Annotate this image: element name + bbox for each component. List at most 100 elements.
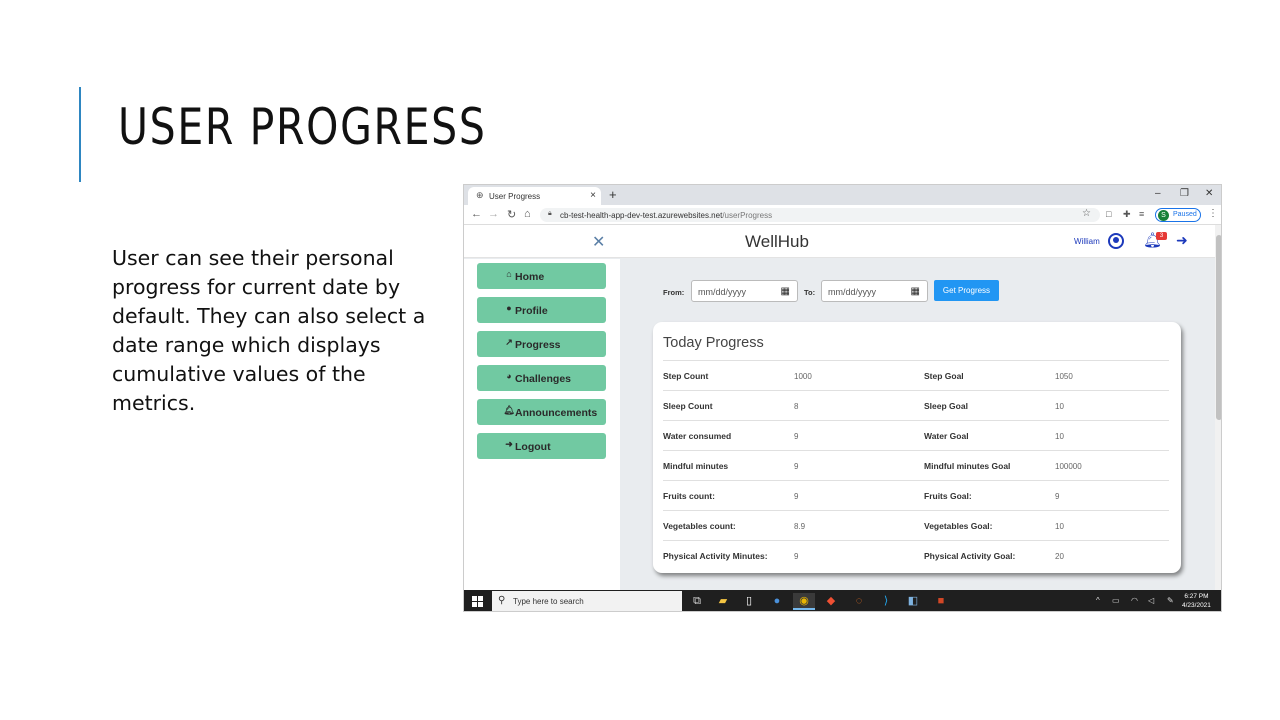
goal-label: Water Goal bbox=[924, 431, 969, 441]
metric-value: 8.9 bbox=[794, 522, 806, 531]
url-text: cb-test-health-app-dev-test.azurewebsite… bbox=[560, 211, 773, 220]
goal-label: Vegetables Goal: bbox=[924, 521, 993, 531]
sidebar-item-label: Challenges bbox=[515, 373, 572, 385]
notes-app-icon[interactable]: ◧ bbox=[902, 593, 924, 610]
task-view-icon[interactable]: ⧉ bbox=[686, 593, 708, 610]
new-tab-button[interactable]: + bbox=[609, 187, 617, 202]
slide-title: USER PROGRESS bbox=[118, 98, 487, 156]
git-icon[interactable]: ◆ bbox=[820, 593, 842, 610]
reload-icon[interactable]: ↻ bbox=[507, 208, 516, 221]
notepad-icon[interactable]: ▯ bbox=[738, 593, 760, 610]
maximize-button[interactable]: ❐ bbox=[1180, 188, 1189, 199]
from-label: From: bbox=[663, 288, 685, 297]
minimize-button[interactable]: – bbox=[1155, 188, 1161, 199]
from-date-input[interactable]: mm/dd/yyyy ▦ bbox=[691, 280, 798, 302]
page-scrollbar[interactable] bbox=[1215, 225, 1221, 590]
lock-icon: 🔒︎ bbox=[548, 210, 552, 217]
back-arrow-icon[interactable]: ← bbox=[471, 208, 482, 220]
scrollbar-thumb[interactable] bbox=[1216, 235, 1221, 420]
sidebar-item-label: Profile bbox=[515, 305, 548, 317]
goal-value: 10 bbox=[1055, 522, 1064, 531]
taskbar-clock[interactable]: 6:27 PM 4/23/2021 bbox=[1182, 592, 1211, 610]
sidebar-item-announcements[interactable]: 🔔︎ Announcements bbox=[477, 399, 606, 425]
tab-title: User Progress bbox=[489, 192, 541, 201]
forward-arrow-icon[interactable]: → bbox=[488, 208, 499, 220]
profile-button[interactable]: S Paused bbox=[1155, 208, 1201, 222]
browser-screenshot: ⊕ User Progress × + – ❐ ✕ ← → ↻ ⌂ 🔒︎ cb-… bbox=[463, 184, 1222, 612]
goal-label: Sleep Goal bbox=[924, 401, 968, 411]
close-window-button[interactable]: ✕ bbox=[1205, 188, 1213, 199]
taskbar-search-placeholder: Type here to search bbox=[513, 597, 584, 606]
jupyter-icon[interactable]: ◌ bbox=[848, 593, 870, 610]
battery-icon[interactable]: ▭ bbox=[1112, 596, 1120, 605]
get-progress-button[interactable]: Get Progress bbox=[934, 280, 999, 301]
goal-value: 100000 bbox=[1055, 462, 1082, 471]
sidebar-item-label: Progress bbox=[515, 339, 561, 351]
metric-label: Water consumed bbox=[663, 431, 732, 441]
header-logout-icon[interactable]: ➜ bbox=[1176, 232, 1188, 249]
wifi-icon[interactable]: ◠ bbox=[1131, 596, 1138, 605]
divider bbox=[663, 450, 1169, 451]
browser-menu-icon[interactable]: ⋮ bbox=[1208, 208, 1218, 219]
volume-icon[interactable]: ◁ bbox=[1148, 596, 1154, 605]
globe-icon: ⊕ bbox=[476, 190, 484, 200]
metric-label: Sleep Count bbox=[663, 401, 713, 411]
pen-icon[interactable]: ✎ bbox=[1167, 596, 1174, 605]
sidebar-item-progress[interactable]: ↗ Progress bbox=[477, 331, 606, 357]
address-bar: ← → ↻ ⌂ 🔒︎ cb-test-health-app-dev-test.a… bbox=[464, 205, 1221, 225]
to-date-input[interactable]: mm/dd/yyyy ▦ bbox=[821, 280, 928, 302]
bookmark-star-icon[interactable]: ☆ bbox=[1082, 208, 1091, 219]
browser-tab[interactable]: ⊕ User Progress × bbox=[468, 187, 601, 205]
title-accent-bar bbox=[79, 87, 81, 182]
taskbar-search-input[interactable]: ⚲ Type here to search bbox=[492, 591, 682, 611]
goal-value: 20 bbox=[1055, 552, 1064, 561]
goal-value: 9 bbox=[1055, 492, 1060, 501]
card-title: Today Progress bbox=[663, 335, 764, 351]
page-viewport: ✕ WellHub William 🔔︎ 3 ➜ ⌂ Home ● Profil… bbox=[464, 225, 1215, 590]
to-date-placeholder: mm/dd/yyyy bbox=[828, 287, 877, 297]
metric-label: Mindful minutes bbox=[663, 461, 729, 471]
browser-tab-bar: ⊕ User Progress × + – ❐ ✕ bbox=[464, 185, 1221, 205]
sidebar-item-label: Announcements bbox=[515, 407, 598, 419]
powerpoint-icon[interactable]: ■ bbox=[930, 593, 952, 610]
tab-close-icon[interactable]: × bbox=[590, 190, 596, 201]
metric-value: 8 bbox=[794, 402, 799, 411]
user-circle-icon[interactable] bbox=[1108, 233, 1124, 249]
metric-label: Fruits count: bbox=[663, 491, 715, 501]
sidebar-item-label: Home bbox=[515, 271, 545, 283]
divider bbox=[663, 480, 1169, 481]
close-menu-icon[interactable]: ✕ bbox=[592, 232, 605, 252]
profile-avatar: S bbox=[1158, 210, 1169, 221]
search-icon: ⚲ bbox=[498, 595, 506, 606]
notification-badge: 3 bbox=[1156, 232, 1167, 240]
vscode-icon[interactable]: ⟩ bbox=[875, 593, 897, 610]
url-field[interactable]: 🔒︎ cb-test-health-app-dev-test.azurewebs… bbox=[540, 208, 1100, 222]
pie-chart-icon: ◕ bbox=[506, 371, 512, 381]
home-nav-icon[interactable]: ⌂ bbox=[524, 208, 531, 220]
chrome-icon[interactable]: ◉ bbox=[793, 593, 815, 610]
reading-list-icon[interactable]: ≡ bbox=[1139, 209, 1144, 219]
metric-value: 1000 bbox=[794, 372, 812, 381]
sidebar-item-label: Logout bbox=[515, 441, 551, 453]
calendar-icon[interactable]: ▦ bbox=[911, 286, 920, 297]
sidebar-item-home[interactable]: ⌂ Home bbox=[477, 263, 606, 289]
extension-icon[interactable]: □ bbox=[1106, 209, 1111, 219]
clock-date: 4/23/2021 bbox=[1182, 602, 1211, 609]
metric-value: 9 bbox=[794, 432, 799, 441]
chrome-dev-icon[interactable]: ● bbox=[766, 593, 788, 610]
header-username[interactable]: William bbox=[1074, 237, 1100, 246]
tray-chevron-icon[interactable]: ^ bbox=[1096, 596, 1100, 605]
puzzle-icon[interactable]: ✚ bbox=[1123, 209, 1131, 220]
windows-start-icon[interactable] bbox=[472, 596, 483, 607]
profile-status: Paused bbox=[1173, 211, 1197, 218]
metric-label: Step Count bbox=[663, 371, 709, 381]
metric-value: 9 bbox=[794, 492, 799, 501]
goal-value: 10 bbox=[1055, 402, 1064, 411]
goal-value: 10 bbox=[1055, 432, 1064, 441]
sidebar-item-profile[interactable]: ● Profile bbox=[477, 297, 606, 323]
sidebar-item-logout[interactable]: ➜ Logout bbox=[477, 433, 606, 459]
slide-body-text: User can see their personal progress for… bbox=[112, 246, 426, 415]
file-explorer-icon[interactable]: ▰ bbox=[712, 593, 734, 610]
sidebar-item-challenges[interactable]: ◕ Challenges bbox=[477, 365, 606, 391]
calendar-icon[interactable]: ▦ bbox=[781, 286, 790, 297]
